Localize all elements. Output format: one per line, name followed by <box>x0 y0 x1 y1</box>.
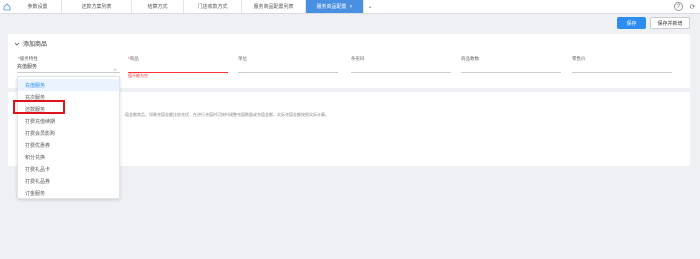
home-icon <box>3 2 11 10</box>
dropdown-option[interactable]: 订金服务 <box>18 187 119 199</box>
tab-service-goods-config[interactable]: 服务商品配置 × <box>306 0 364 13</box>
goods-label: *商品 <box>128 56 139 61</box>
dropdown-option[interactable]: 打费充值续期 <box>18 115 119 127</box>
service-attr-dropdown: 充值服务 充次服务 还款服务 打费充值续期 打费会员影购 打费优惠券 积分兑换 … <box>17 76 120 199</box>
service-attr-label: *服务特性 <box>18 56 38 61</box>
tip-text: …值金额商品，如果充值金额比较充优，在进行充值时可按时调整充值数量或充值金额，实… <box>121 112 329 117</box>
code-label: 条形码 <box>351 56 365 61</box>
refresh-icon[interactable]: ⟳ <box>688 2 697 11</box>
section-title: 添加商品 <box>23 42 48 48</box>
save-and-new-button[interactable]: 保存并新增 <box>650 17 690 29</box>
code-input[interactable] <box>351 63 451 73</box>
dropdown-option[interactable]: 打费礼品券 <box>18 175 119 187</box>
home-tab[interactable] <box>0 0 14 13</box>
tab-store-payment[interactable]: 门店收款方式 <box>184 0 242 13</box>
tab-repay-plan-list[interactable]: 还款方案列表 <box>62 0 132 13</box>
collapse-icon <box>14 42 20 46</box>
dropdown-option[interactable]: 打费会员影购 <box>18 127 119 139</box>
price-label: 零售价 <box>572 56 586 61</box>
service-attr-select[interactable]: 充值服务 <box>17 63 120 73</box>
save-button[interactable]: 保存 <box>617 17 646 29</box>
tab-bar: 参数设置 还款方案列表 结算方式 门店收款方式 服务商品配置列表 服务商品配置 ×… <box>0 0 700 14</box>
unit-input[interactable] <box>238 63 338 73</box>
tab-service-goods-list[interactable]: 服务商品配置列表 <box>242 0 306 13</box>
tab-param-settings[interactable]: 参数设置 <box>14 0 62 13</box>
section-header[interactable]: 添加商品 <box>14 39 47 48</box>
close-icon[interactable]: × <box>350 4 353 10</box>
dropdown-option[interactable]: 打费礼品卡 <box>18 163 119 175</box>
goods-input[interactable] <box>128 63 228 73</box>
highlight-box <box>13 100 65 114</box>
count-label: 商品数数 <box>461 56 479 61</box>
dropdown-option[interactable]: 积分兑换 <box>18 151 119 163</box>
tab-settlement[interactable]: 结算方式 <box>132 0 184 13</box>
unit-label: 单位 <box>238 56 247 61</box>
dropdown-option[interactable]: 打费优惠券 <box>18 139 119 151</box>
chevron-down-icon[interactable]: ⌄ <box>364 0 376 13</box>
count-input[interactable] <box>461 63 561 73</box>
help-icon[interactable]: ? <box>674 2 683 11</box>
dropdown-option[interactable]: 充值服务 <box>18 79 119 91</box>
price-input[interactable] <box>572 63 672 73</box>
goods-error-message: 值不能为空 <box>128 73 148 78</box>
chevron-up-icon[interactable]: ︿ <box>113 66 117 72</box>
